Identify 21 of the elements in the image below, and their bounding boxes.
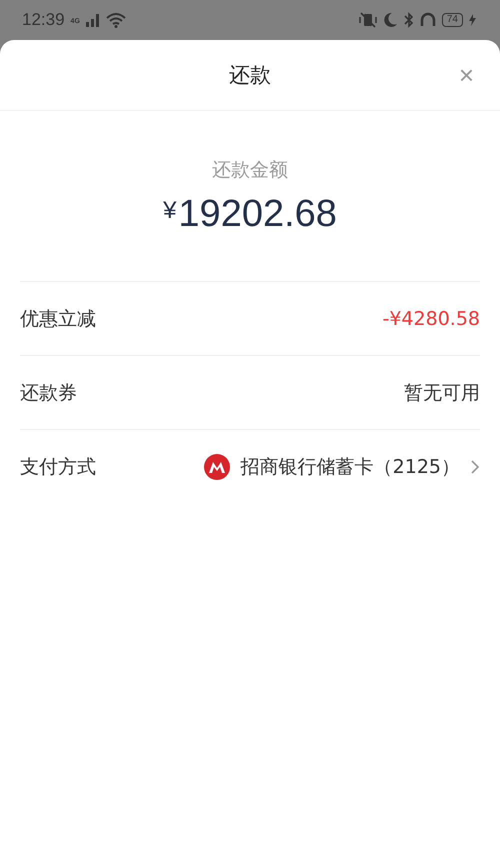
amount-value: 19202.68: [178, 193, 337, 236]
currency-symbol: ¥: [163, 197, 176, 225]
row-label: 支付方式: [20, 454, 96, 480]
payment-method-button[interactable]: 招商银行储蓄卡（2125）: [202, 452, 480, 480]
status-time: 12:39: [22, 10, 65, 30]
bluetooth-icon: [404, 12, 414, 28]
amount-label: 还款金额: [212, 158, 288, 183]
vibrate-off-icon: [358, 12, 377, 28]
wifi-icon: [106, 12, 126, 28]
sheet-title: 还款: [229, 62, 271, 89]
row-label: 优惠立减: [20, 306, 96, 332]
moon-icon: [382, 12, 398, 28]
battery-level: 74: [442, 13, 463, 27]
chevron-right-icon: [470, 458, 480, 474]
headphones-icon: [420, 12, 436, 28]
bank-logo-icon: [202, 452, 231, 480]
row-value: 暂无可用: [404, 380, 480, 406]
row-value: -¥4280.58: [382, 308, 480, 330]
charging-icon: [469, 14, 476, 26]
row-label: 还款券: [20, 380, 77, 406]
signal-icon: [86, 13, 100, 27]
